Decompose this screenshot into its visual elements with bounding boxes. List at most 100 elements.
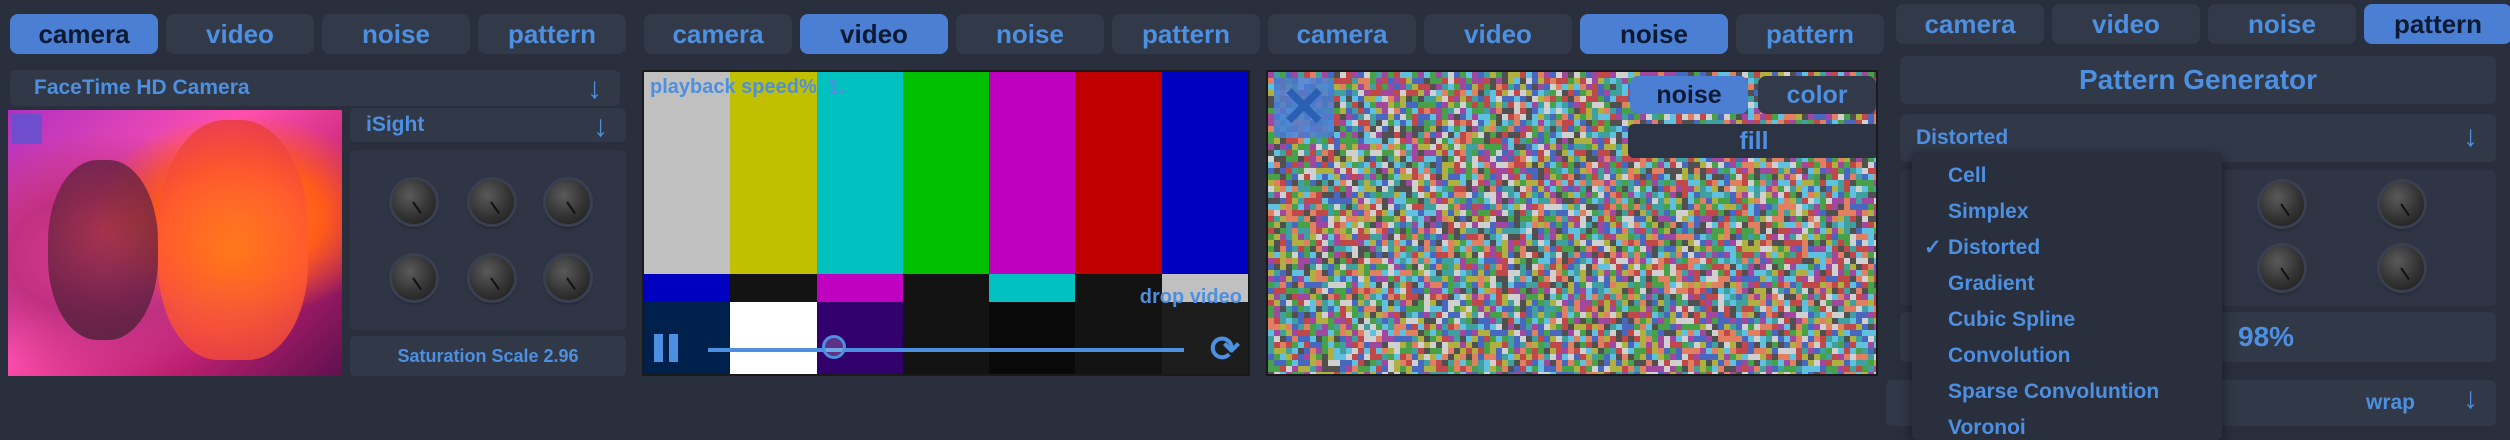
color-bar — [644, 274, 731, 302]
tab-pattern[interactable]: pattern — [1112, 14, 1260, 54]
pause-button[interactable] — [654, 334, 680, 364]
pattern-panel: camera video noise pattern Pattern Gener… — [1886, 0, 2510, 440]
knob[interactable] — [2260, 246, 2304, 290]
color-bar — [1075, 302, 1162, 374]
knob[interactable] — [2260, 182, 2304, 226]
noise-preview: ✕ noise color fill — [1266, 70, 1878, 376]
tab-camera[interactable]: camera — [644, 14, 792, 54]
knob[interactable] — [2380, 246, 2424, 290]
pattern-title: Pattern Generator — [1900, 56, 2496, 104]
color-bar — [902, 72, 990, 274]
checkmark-icon: ✓ — [1924, 236, 1942, 259]
menu-item-label: Convolution — [1948, 344, 2071, 367]
close-icon[interactable]: ✕ — [1274, 78, 1334, 138]
tab-noise[interactable]: noise — [1580, 14, 1728, 54]
menu-item-label: Simplex — [1948, 200, 2029, 223]
knob[interactable] — [392, 256, 436, 300]
tab-video[interactable]: video — [1424, 14, 1572, 54]
noise-panel-tabs: camera video noise pattern — [1268, 14, 1884, 54]
video-panel: camera video noise pattern playback spee… — [634, 0, 1260, 440]
knob[interactable] — [2380, 182, 2424, 226]
menu-item-label: Distorted — [1948, 236, 2041, 259]
source-select[interactable]: iSight ↓ — [350, 108, 626, 143]
pattern-type-value: Distorted — [1916, 126, 2009, 149]
knob[interactable] — [470, 180, 514, 224]
fill-button[interactable]: fill — [1628, 124, 1876, 158]
menu-item-cubic-spline[interactable]: Cubic Spline — [1912, 302, 2222, 338]
color-bar — [989, 274, 1076, 302]
knob[interactable] — [546, 256, 590, 300]
color-bar — [1075, 72, 1162, 274]
drop-video-label: drop video — [1139, 286, 1242, 308]
camera-select[interactable]: FaceTime HD Camera ↓ — [10, 70, 620, 106]
color-button[interactable]: color — [1758, 76, 1876, 114]
color-bar — [730, 72, 817, 274]
video-preview[interactable]: playback speed% 1. drop video ⟳ — [642, 70, 1250, 376]
chevron-down-icon: ↓ — [587, 72, 602, 105]
source-select-value: iSight — [366, 113, 425, 136]
color-bar — [989, 72, 1076, 274]
tab-pattern[interactable]: pattern — [1736, 14, 1884, 54]
chevron-down-icon: ↓ — [2463, 120, 2478, 153]
menu-item-label: Cubic Spline — [1948, 308, 2076, 331]
camera-panel-tabs: camera video noise pattern — [10, 14, 626, 54]
menu-item-distorted[interactable]: ✓ Distorted — [1912, 230, 2222, 266]
menu-item-gradient[interactable]: Gradient — [1912, 266, 2222, 302]
loop-icon[interactable]: ⟳ — [1210, 328, 1240, 370]
tab-camera[interactable]: camera — [1896, 4, 2044, 44]
camera-select-value: FaceTime HD Camera — [34, 76, 250, 99]
color-bar — [644, 72, 731, 274]
menu-item-cell[interactable]: Cell — [1912, 158, 2222, 194]
tab-noise[interactable]: noise — [956, 14, 1104, 54]
tab-camera[interactable]: camera — [10, 14, 158, 54]
color-bar — [730, 302, 817, 374]
knob[interactable] — [392, 180, 436, 224]
menu-item-label: Gradient — [1948, 272, 2035, 295]
pattern-panel-tabs: camera video noise pattern — [1896, 4, 2510, 44]
color-bar — [902, 274, 990, 302]
menu-item-label: Sparse Convoluntion — [1948, 380, 2160, 403]
tab-video[interactable]: video — [166, 14, 314, 54]
menu-item-label: Cell — [1948, 164, 1987, 187]
menu-item-convolution[interactable]: Convolution — [1912, 338, 2222, 374]
pattern-type-menu: Cell Simplex ✓ Distorted Gradient Cubic Splin… — [1912, 152, 2222, 440]
color-bar — [816, 72, 903, 274]
knob[interactable] — [470, 256, 514, 300]
tab-pattern[interactable]: pattern — [2364, 4, 2510, 44]
noise-button[interactable]: noise — [1630, 76, 1748, 114]
video-panel-tabs: camera video noise pattern — [644, 14, 1260, 54]
face-shape — [48, 160, 158, 340]
color-bars-top — [644, 72, 1248, 274]
camera-preview — [8, 110, 342, 376]
color-bar — [1161, 72, 1248, 274]
tab-video[interactable]: video — [2052, 4, 2200, 44]
hand-shape — [158, 120, 308, 360]
chevron-down-icon: ↓ — [593, 110, 608, 143]
knob[interactable] — [546, 180, 590, 224]
tab-video[interactable]: video — [800, 14, 948, 54]
playback-speed-label: playback speed% 1. — [650, 76, 845, 98]
noise-texture — [1268, 72, 1876, 374]
camera-controls — [350, 150, 626, 330]
menu-item-voronoi[interactable]: Voronoi — [1912, 410, 2222, 440]
saturation-label: Saturation Scale 2.96 — [397, 345, 579, 366]
percent-value: 98% — [2238, 321, 2295, 352]
tab-noise[interactable]: noise — [322, 14, 470, 54]
tab-pattern[interactable]: pattern — [478, 14, 626, 54]
camera-overlay-square — [12, 114, 42, 144]
menu-item-label: Voronoi — [1948, 416, 2026, 439]
color-bars-bottom — [644, 302, 1248, 374]
menu-item-simplex[interactable]: Simplex — [1912, 194, 2222, 230]
color-bar — [816, 274, 903, 302]
color-bar — [730, 274, 817, 302]
chevron-down-icon: ↓ — [2463, 382, 2478, 415]
playback-slider[interactable] — [708, 335, 1184, 359]
tab-noise[interactable]: noise — [2208, 4, 2356, 44]
wrap-select-value: wrap — [2366, 391, 2416, 414]
noise-panel: camera video noise pattern ✕ noise color… — [1258, 0, 1884, 440]
saturation-slider[interactable]: Saturation Scale 2.96 — [350, 336, 626, 376]
pattern-title-text: Pattern Generator — [2078, 64, 2318, 95]
camera-panel: camera video noise pattern FaceTime HD C… — [0, 0, 630, 440]
menu-item-sparse-convoluntion[interactable]: Sparse Convoluntion — [1912, 374, 2222, 410]
tab-camera[interactable]: camera — [1268, 14, 1416, 54]
